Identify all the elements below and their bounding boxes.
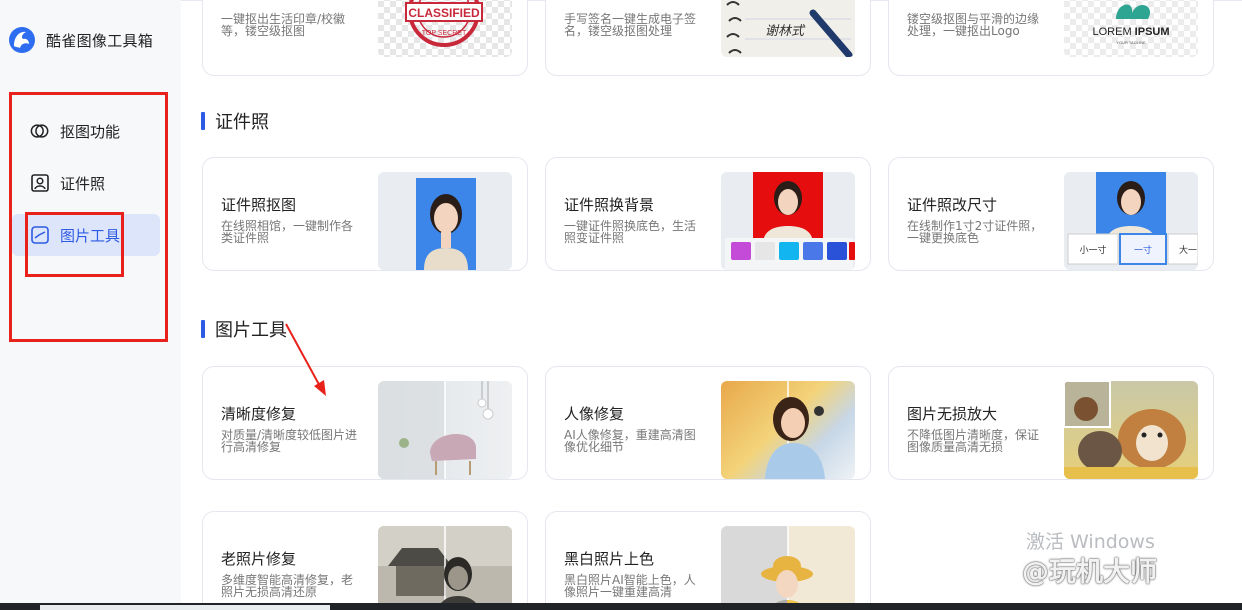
card-title: 证件照换背景 bbox=[564, 196, 655, 214]
card-title: 证件照改尺寸 bbox=[907, 196, 998, 214]
card-clarity-repair[interactable]: 清晰度修复 对质量/清晰度较低图片进行高清修复 bbox=[202, 366, 528, 480]
card-desc: 对质量/清晰度较低图片进行高清修复 bbox=[221, 428, 358, 454]
matting-icon bbox=[30, 121, 50, 141]
card-logo-matting[interactable]: 镂空级抠图与平滑的边缘处理，一键抠出Logo LOREM IPSUM YOUR … bbox=[888, 0, 1214, 76]
card-desc: 镂空级抠图与平滑的边缘处理，一键抠出Logo bbox=[907, 12, 1040, 38]
sidebar-item-matting[interactable]: 抠图功能 bbox=[12, 110, 160, 152]
card-desc: 在线照相馆，一键制作各类证件照 bbox=[221, 219, 354, 245]
size-option: 一寸 bbox=[1134, 244, 1152, 256]
card-id-photo-resize[interactable]: 证件照改尺寸 在线制作1寸2寸证件照，一键更换底色 小一寸 一寸 大一 bbox=[888, 157, 1214, 271]
card-lossless-upscale[interactable]: 图片无损放大 不降低图片清晰度，保证图像质量高清无损 bbox=[888, 366, 1214, 480]
sidebar-item-label: 证件照 bbox=[60, 174, 106, 193]
size-option: 大一 bbox=[1179, 244, 1197, 256]
card-portrait-repair[interactable]: 人像修复 AI人像修复，重建高清图像优化细节 bbox=[545, 366, 871, 480]
old-photo-thumbnail bbox=[378, 526, 512, 603]
card-signature-matting[interactable]: 手写签名一键生成电子签名，镂空级抠图处理 谢林式 bbox=[545, 0, 871, 76]
stamp-text: CLASSIFIED bbox=[408, 6, 480, 20]
card-colorize[interactable]: 黑白照片上色 黑白照片AI智能上色，人像照片一键重建高清 bbox=[545, 511, 871, 603]
stamp-subtext: TOP SECRET bbox=[422, 30, 467, 37]
sidebar-item-image-tools[interactable]: 图片工具 bbox=[12, 214, 160, 256]
card-id-photo-background[interactable]: 证件照换背景 一键证件照换底色，生活照变证件照 bbox=[545, 157, 871, 271]
image-tools-icon bbox=[30, 225, 50, 245]
card-desc: 不降低图片清晰度，保证图像质量高清无损 bbox=[907, 428, 1040, 454]
svg-text:LOREM IPSUM: LOREM IPSUM bbox=[1092, 26, 1169, 38]
stamp-thumbnail: CLASSIFIED TOP SECRET bbox=[378, 0, 512, 57]
card-old-photo-repair[interactable]: 老照片修复 多维度智能高清修复，老照片无损高清还原 bbox=[202, 511, 528, 603]
logo-thumbnail: LOREM IPSUM YOUR TAGLINE bbox=[1064, 0, 1198, 57]
background-thumbnail bbox=[721, 172, 855, 270]
logo-text-a: LOREM bbox=[1092, 26, 1134, 38]
card-desc: 黑白照片AI智能上色，人像照片一键重建高清 bbox=[564, 573, 696, 599]
section-title-id-photo: 证件照 bbox=[201, 108, 269, 134]
resize-thumbnail: 小一寸 一寸 大一 bbox=[1064, 172, 1198, 270]
id-photo-icon bbox=[30, 173, 50, 193]
card-title: 图片无损放大 bbox=[907, 405, 998, 423]
app-logo-icon bbox=[9, 27, 35, 53]
card-stamp-matting[interactable]: 一键抠出生活印章/校徽等，镂空级抠图 CLASSIFIED TOP SECRET bbox=[202, 0, 528, 76]
logo-text-b: IPSUM bbox=[1135, 26, 1170, 38]
colorize-thumbnail bbox=[721, 526, 855, 603]
upscale-thumbnail bbox=[1064, 381, 1198, 479]
card-desc: 一键证件照换底色，生活照变证件照 bbox=[564, 219, 697, 245]
id-photo-thumbnail bbox=[378, 172, 512, 270]
card-title: 老照片修复 bbox=[221, 550, 297, 568]
sidebar: 酷雀图像工具箱 抠图功能 证件照 图片工具 bbox=[0, 0, 181, 610]
app-name: 酷雀图像工具箱 bbox=[46, 31, 154, 50]
section-title-image-tools: 图片工具 bbox=[201, 316, 287, 342]
size-option: 小一寸 bbox=[1079, 244, 1106, 256]
card-desc: 手写签名一键生成电子签名，镂空级抠图处理 bbox=[564, 12, 697, 38]
signature-thumbnail: 谢林式 bbox=[721, 0, 855, 57]
card-desc: 一键抠出生活印章/校徽等，镂空级抠图 bbox=[221, 12, 346, 38]
portrait-thumbnail bbox=[721, 381, 855, 479]
sidebar-item-id-photo[interactable]: 证件照 bbox=[12, 162, 160, 204]
sidebar-item-label: 抠图功能 bbox=[60, 122, 121, 141]
main-content: 一键抠出生活印章/校徽等，镂空级抠图 CLASSIFIED TOP SECRET… bbox=[181, 0, 1242, 603]
card-title: 黑白照片上色 bbox=[564, 550, 655, 568]
card-desc: 在线制作1寸2寸证件照，一键更换底色 bbox=[907, 219, 1043, 245]
card-title: 证件照抠图 bbox=[221, 196, 297, 214]
card-title: 人像修复 bbox=[564, 405, 625, 423]
signature-text: 谢林式 bbox=[765, 24, 806, 39]
sidebar-item-label: 图片工具 bbox=[60, 226, 121, 245]
logo-subtext: YOUR TAGLINE bbox=[1116, 40, 1146, 45]
author-watermark: @玩机大师 bbox=[1022, 557, 1157, 588]
app-brand[interactable]: 酷雀图像工具箱 bbox=[8, 26, 153, 54]
card-id-photo-matting[interactable]: 证件照抠图 在线照相馆，一键制作各类证件照 bbox=[202, 157, 528, 271]
card-desc: 多维度智能高清修复，老照片无损高清还原 bbox=[221, 573, 354, 599]
card-title: 清晰度修复 bbox=[221, 405, 297, 423]
clarity-thumbnail bbox=[378, 381, 512, 479]
taskbar bbox=[0, 603, 1242, 610]
card-desc: AI人像修复，重建高清图像优化细节 bbox=[564, 428, 696, 454]
